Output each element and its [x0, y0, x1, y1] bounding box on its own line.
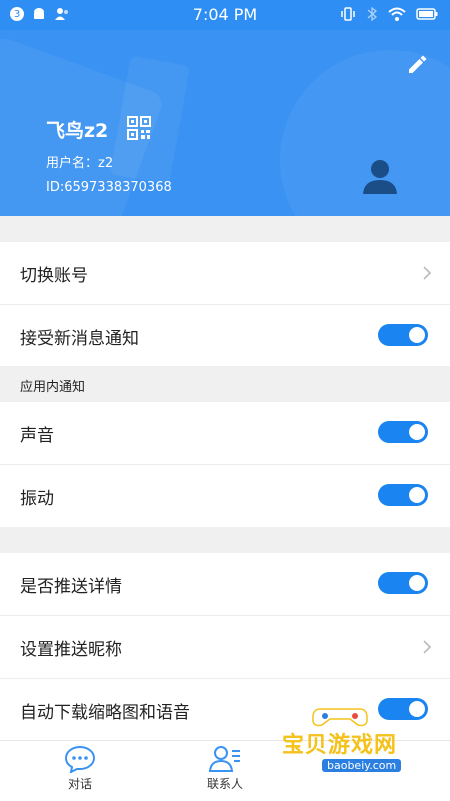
switch-account-row[interactable]: 切换账号: [0, 242, 450, 305]
receive-notifications-row: 接受新消息通知: [0, 305, 450, 367]
set-push-nickname-row[interactable]: 设置推送昵称: [0, 616, 450, 679]
switch-account-label: 切换账号: [20, 266, 88, 286]
in-app-notifications-title: 应用内通知: [20, 380, 86, 395]
nav-contacts[interactable]: 联系人: [175, 745, 275, 792]
watermark-text: 宝贝游戏网: [282, 733, 398, 758]
profile-header: 飞鸟z2 用户名：z2 ID:6597338370368: [0, 30, 450, 216]
push-details-toggle[interactable]: [378, 572, 428, 594]
receive-notifications-label: 接受新消息通知: [20, 329, 139, 349]
wifi-icon: [388, 7, 406, 21]
toggle-knob: [409, 487, 425, 503]
profile-name: 飞鸟z2: [46, 120, 109, 142]
watermark-url: baobeiy.com: [322, 759, 402, 772]
chat-bubble-icon: [64, 745, 96, 773]
sound-label: 声音: [20, 426, 54, 446]
settings-section-account: 切换账号 接受新消息通知: [0, 242, 450, 367]
qr-code-icon[interactable]: [127, 116, 151, 140]
toggle-knob: [409, 575, 425, 591]
vibrate-icon: [341, 7, 355, 21]
set-push-nickname-label: 设置推送昵称: [20, 640, 122, 660]
profile-username: 用户名：z2: [46, 156, 114, 171]
toggle-knob: [409, 424, 425, 440]
status-bar: 3 7:04 PM: [0, 0, 450, 30]
battery-icon: [416, 8, 438, 20]
chevron-right-icon: [423, 266, 432, 280]
watermark-logo: 宝贝游戏网 baobeiy.com: [274, 705, 414, 789]
vibration-label: 振动: [20, 489, 54, 509]
bluetooth-icon: [367, 6, 378, 22]
gamepad-icon: [312, 708, 368, 727]
vibration-toggle[interactable]: [378, 484, 428, 506]
push-details-label: 是否推送详情: [20, 577, 122, 597]
receive-notifications-toggle[interactable]: [378, 324, 428, 346]
nav-chat-label: 对话: [67, 777, 92, 791]
sound-toggle[interactable]: [378, 421, 428, 443]
profile-id: ID:6597338370368: [46, 180, 172, 195]
edit-icon[interactable]: [406, 52, 430, 76]
avatar-icon[interactable]: [360, 156, 400, 196]
nav-contacts-label: 联系人: [206, 777, 243, 791]
sound-row: 声音: [0, 402, 450, 465]
nav-chat[interactable]: 对话: [30, 745, 130, 792]
settings-section-in-app: 声音 振动: [0, 402, 450, 527]
toggle-knob: [409, 327, 425, 343]
contacts-icon: [208, 746, 240, 772]
in-app-notifications-header: 应用内通知: [0, 366, 450, 402]
auto-download-label: 自动下载缩略图和语音: [20, 703, 190, 723]
chevron-right-icon: [423, 640, 432, 654]
vibration-row: 振动: [0, 465, 450, 527]
push-details-row: 是否推送详情: [0, 553, 450, 616]
status-right-icons: [340, 6, 438, 22]
